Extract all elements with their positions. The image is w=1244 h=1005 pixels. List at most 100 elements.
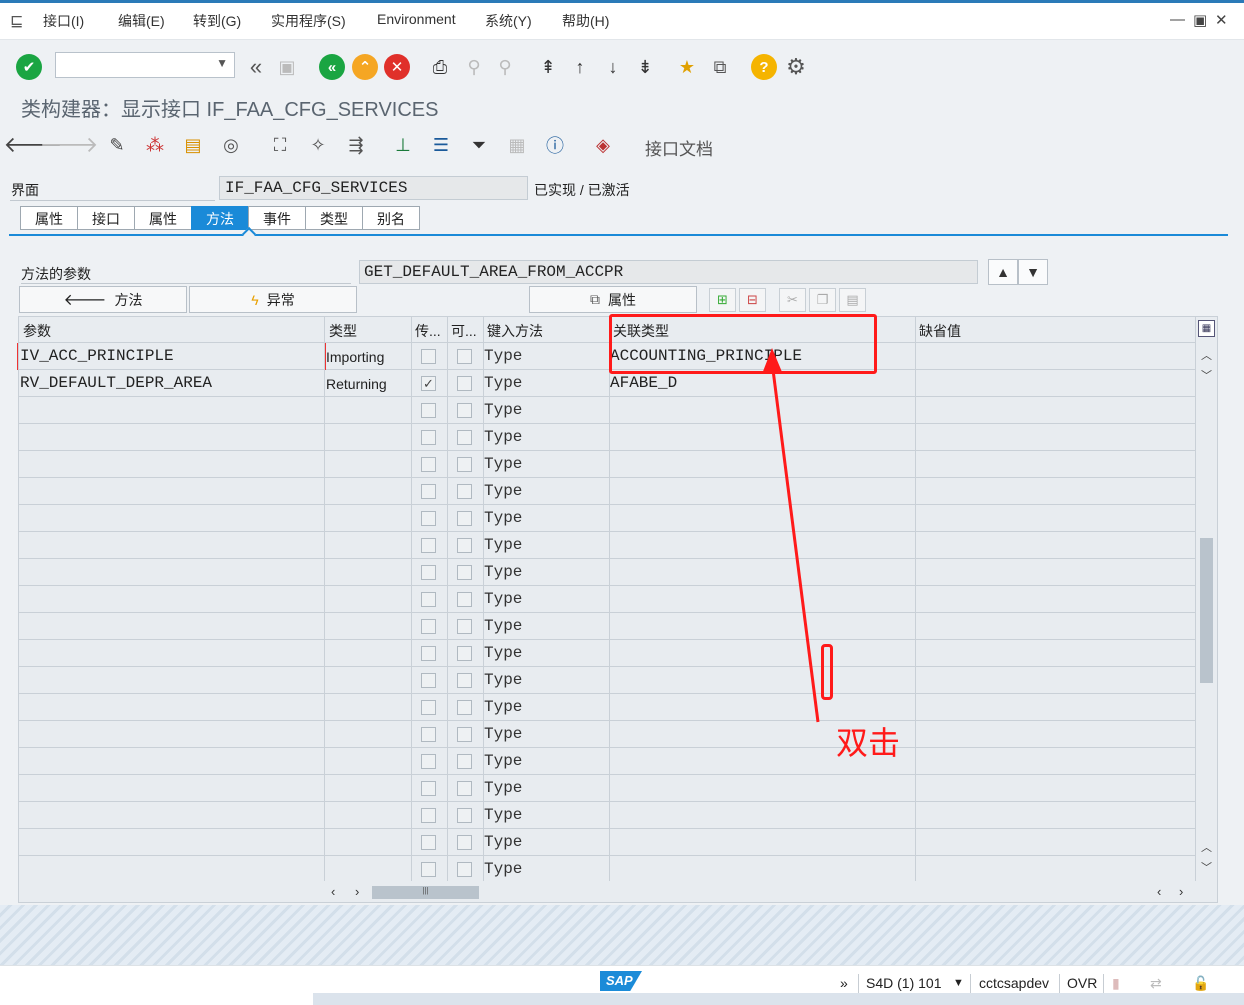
- exceptions-button[interactable]: ϟ 异常: [189, 286, 357, 313]
- vertical-scrollbar[interactable]: ︿ ﹀ ︿ ﹀: [1197, 343, 1217, 881]
- scroll-thumb[interactable]: [1200, 538, 1213, 683]
- cell-type[interactable]: Importing: [326, 349, 384, 365]
- menu-system[interactable]: 系统(Y): [485, 11, 532, 31]
- cut-icon[interactable]: ✂: [779, 288, 806, 312]
- scroll-thumb[interactable]: |||: [372, 886, 479, 899]
- optional-checkbox[interactable]: [457, 781, 472, 796]
- object-list-icon[interactable]: ⛶: [267, 132, 293, 158]
- column-header-typing-method[interactable]: 键入方法: [487, 321, 543, 341]
- pass-by-value-checkbox[interactable]: [421, 484, 436, 499]
- optional-checkbox[interactable]: [457, 808, 472, 823]
- find-icon[interactable]: ⚲: [461, 54, 487, 80]
- paste-icon[interactable]: ▤: [839, 288, 866, 312]
- column-header-pass-value[interactable]: 传...: [415, 321, 447, 341]
- column-header-default-value[interactable]: 缺省值: [919, 321, 961, 341]
- cell-typing-method[interactable]: Type: [484, 806, 522, 824]
- display-change-icon[interactable]: ✎: [104, 132, 130, 158]
- back-icon[interactable]: «: [319, 54, 345, 80]
- navigate-icon[interactable]: ⇶: [343, 132, 369, 158]
- previous-page-icon[interactable]: ↑: [567, 54, 593, 80]
- chevron-down-icon[interactable]: ▼: [216, 56, 228, 70]
- settings-gear-icon[interactable]: ⚙: [783, 54, 809, 80]
- tab-attributes[interactable]: 属性: [134, 206, 191, 230]
- methods-button[interactable]: 🡐 方法: [19, 286, 187, 313]
- menu-environment[interactable]: Environment: [377, 11, 456, 27]
- help-icon[interactable]: ?: [751, 54, 777, 80]
- copy-icon[interactable]: ❐: [809, 288, 836, 312]
- pass-by-value-checkbox[interactable]: [421, 727, 436, 742]
- cell-typing-method[interactable]: Type: [484, 536, 522, 554]
- package-icon[interactable]: ◈: [590, 132, 616, 158]
- interface-documentation-button[interactable]: 接口文档: [645, 135, 713, 160]
- column-header-parameter[interactable]: 参数: [23, 321, 51, 341]
- first-page-icon[interactable]: ⇞: [535, 54, 561, 80]
- scroll-up-icon[interactable]: ︿: [1201, 347, 1212, 363]
- pass-by-value-checkbox[interactable]: [421, 754, 436, 769]
- optional-checkbox[interactable]: [457, 673, 472, 688]
- pass-by-value-checkbox[interactable]: [421, 430, 436, 445]
- arrow-right-icon[interactable]: 🡒: [40, 132, 99, 158]
- cell-type[interactable]: Returning: [326, 376, 387, 392]
- command-field[interactable]: ▼: [55, 52, 235, 78]
- optional-checkbox[interactable]: [457, 403, 472, 418]
- optional-checkbox[interactable]: [457, 430, 472, 445]
- cell-typing-method[interactable]: Type: [484, 644, 522, 662]
- cell-typing-method[interactable]: Type: [484, 509, 522, 527]
- scroll-left-icon[interactable]: ‹: [1157, 884, 1161, 899]
- menu-icon[interactable]: ⊑: [10, 11, 23, 31]
- menu-utilities[interactable]: 实用程序(S): [271, 11, 346, 31]
- optional-checkbox[interactable]: [457, 511, 472, 526]
- exit-icon[interactable]: ⌃: [352, 54, 378, 80]
- pass-by-value-checkbox[interactable]: [421, 646, 436, 661]
- check-icon[interactable]: ⁂: [142, 132, 168, 158]
- find-next-icon[interactable]: ⚲: [492, 54, 518, 80]
- cancel-icon[interactable]: ✕: [384, 54, 410, 80]
- previous-method-button[interactable]: ▲: [988, 259, 1018, 285]
- pass-by-value-checkbox[interactable]: [421, 673, 436, 688]
- next-method-button[interactable]: ▼: [1018, 259, 1048, 285]
- column-header-type[interactable]: 类型: [329, 321, 357, 341]
- enter-icon[interactable]: ✔: [16, 54, 42, 80]
- cell-typing-method[interactable]: Type: [484, 779, 522, 797]
- optional-checkbox[interactable]: [457, 862, 472, 877]
- scroll-right-icon[interactable]: ›: [1179, 884, 1183, 899]
- info-icon[interactable]: ⓘ: [542, 132, 568, 158]
- pass-by-value-checkbox[interactable]: [421, 781, 436, 796]
- hierarchy-icon[interactable]: ⊥: [390, 132, 416, 158]
- status-expand-icon[interactable]: »: [840, 975, 848, 991]
- pass-by-value-checkbox[interactable]: [421, 457, 436, 472]
- scroll-left-icon[interactable]: ‹: [331, 884, 335, 899]
- cell-typing-method[interactable]: Type: [484, 563, 522, 581]
- column-header-optional[interactable]: 可...: [451, 321, 483, 341]
- tab-aliases[interactable]: 别名: [362, 206, 420, 230]
- tab-properties[interactable]: 属性: [20, 206, 77, 230]
- horizontal-scrollbar[interactable]: ‹ › ||| ‹ ›: [19, 881, 1195, 902]
- insert-row-icon[interactable]: ⊞: [709, 288, 736, 312]
- where-used-icon[interactable]: ◎: [218, 132, 244, 158]
- optional-checkbox[interactable]: [457, 754, 472, 769]
- next-page-icon[interactable]: ↓: [600, 54, 626, 80]
- pass-by-value-checkbox[interactable]: [421, 538, 436, 553]
- print-icon[interactable]: ⎙: [427, 54, 453, 80]
- optional-checkbox[interactable]: [457, 565, 472, 580]
- table-icon[interactable]: ▦: [504, 132, 530, 158]
- cell-typing-method[interactable]: Type: [484, 860, 522, 878]
- pass-by-value-checkbox[interactable]: [421, 835, 436, 850]
- pass-by-value-checkbox[interactable]: [421, 619, 436, 634]
- tab-types[interactable]: 类型: [305, 206, 362, 230]
- cell-typing-method[interactable]: Type: [484, 455, 522, 473]
- cell-typing-method[interactable]: Type: [484, 347, 522, 365]
- pass-by-value-checkbox[interactable]: [421, 592, 436, 607]
- optional-checkbox[interactable]: [457, 484, 472, 499]
- double-chevron-left-icon[interactable]: «: [243, 54, 269, 80]
- optional-checkbox[interactable]: [457, 457, 472, 472]
- cell-parameter[interactable]: RV_DEFAULT_DEPR_AREA: [20, 374, 212, 392]
- cell-typing-method[interactable]: Type: [484, 671, 522, 689]
- menu-interface[interactable]: 接口(I): [43, 11, 84, 31]
- pass-by-value-checkbox[interactable]: [421, 349, 436, 364]
- minimize-icon[interactable]: —: [1170, 11, 1185, 28]
- cell-typing-method[interactable]: Type: [484, 617, 522, 635]
- menu-help[interactable]: 帮助(H): [562, 11, 609, 31]
- cell-typing-method[interactable]: Type: [484, 428, 522, 446]
- close-icon[interactable]: ✕: [1215, 11, 1228, 29]
